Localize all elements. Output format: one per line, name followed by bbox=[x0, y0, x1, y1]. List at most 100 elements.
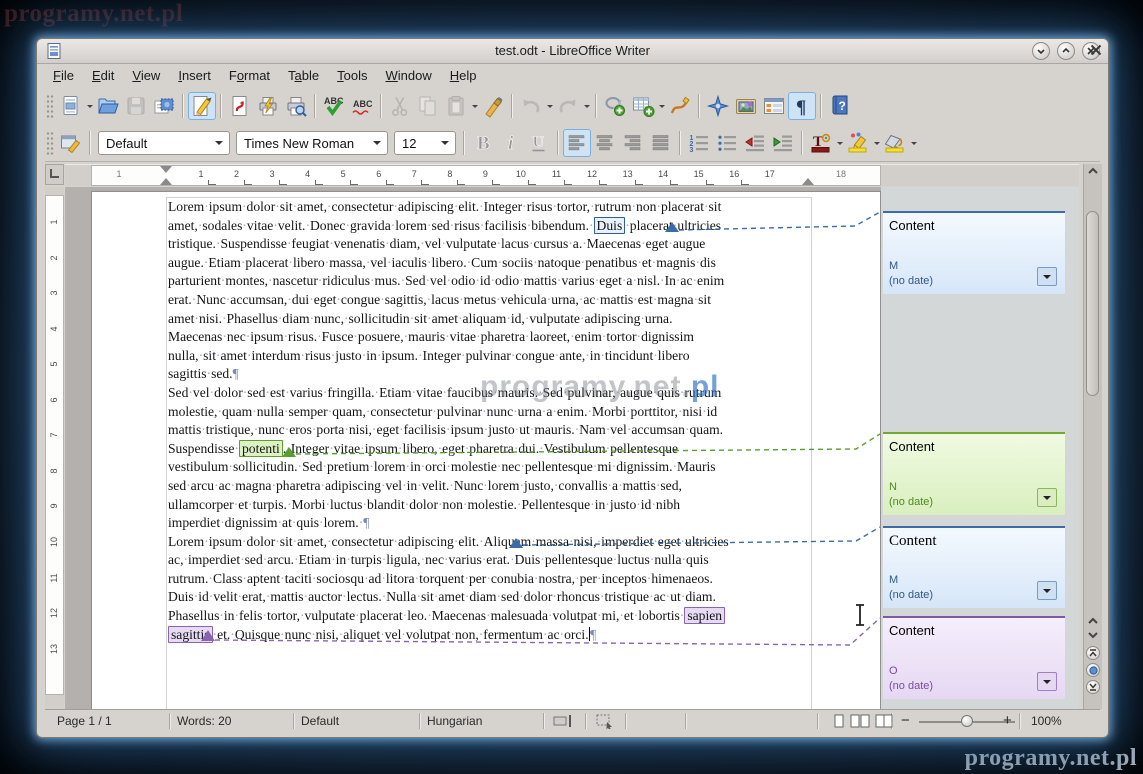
menu-window[interactable]: Window bbox=[378, 65, 440, 86]
comment-menu-button[interactable] bbox=[1037, 581, 1057, 600]
scroll-down-icon[interactable] bbox=[1086, 630, 1100, 642]
text-line[interactable]: Suspendisse· potenti .·Integer·vitae·ipsum… bbox=[168, 439, 729, 459]
auto-spellcheck-button[interactable]: ABC bbox=[348, 92, 376, 120]
next-page-button[interactable] bbox=[1086, 680, 1100, 694]
hyperlink-button[interactable] bbox=[601, 92, 629, 120]
menu-tools[interactable]: Tools bbox=[329, 65, 375, 86]
text-line[interactable]: mattis·tristique,·nunc·eros·porta·nisi,·… bbox=[168, 421, 729, 440]
text-line[interactable]: sed·arcu·ac·magna·pharetra·adipiscing·ve… bbox=[168, 477, 729, 496]
undo-dropdown-icon[interactable] bbox=[545, 92, 554, 120]
text-line[interactable]: erat.·Nunc·accumsan,·dui·eget·congue·sag… bbox=[168, 291, 729, 310]
comment-text[interactable]: Content bbox=[889, 533, 1059, 550]
text-line[interactable]: amet·nisi.·Phasellus·diam·nunc,·sollicit… bbox=[168, 310, 729, 329]
spelling-button[interactable]: ABC bbox=[320, 92, 348, 120]
comment-box[interactable]: Content M (no date) bbox=[883, 211, 1065, 294]
menu-insert[interactable]: Insert bbox=[170, 65, 219, 86]
page-preview-button[interactable] bbox=[282, 92, 310, 120]
text-line[interactable]: ullamcorper·et·turpis.·Morbi·luctus·blan… bbox=[168, 496, 729, 515]
status-page[interactable]: Page 1 / 1 bbox=[57, 714, 112, 728]
size-combobox[interactable]: 12 bbox=[394, 131, 456, 155]
menu-view[interactable]: View bbox=[124, 65, 168, 86]
comment-box[interactable]: Content M (no date) bbox=[883, 526, 1065, 608]
text-line[interactable]: parturient·montes,·nascetur·ridiculus·mu… bbox=[168, 272, 729, 291]
menu-file[interactable]: File bbox=[45, 65, 82, 86]
styles-formatting-button[interactable] bbox=[57, 129, 85, 157]
comment-text[interactable]: Content bbox=[889, 439, 1059, 454]
text-line[interactable]: rutrum.·Class·aptent·taciti·sociosqu·ad·… bbox=[168, 570, 729, 589]
maximize-button[interactable] bbox=[1057, 42, 1075, 60]
titlebar[interactable]: test.odt - LibreOffice Writer bbox=[37, 39, 1108, 64]
text-line[interactable]: Maecenas·nec·ipsum·risus.·Fusce·posuere,… bbox=[168, 328, 729, 347]
status-language[interactable]: Hungarian bbox=[427, 714, 482, 728]
export-pdf-button[interactable] bbox=[226, 92, 254, 120]
text-line[interactable]: Duis·id·velit·erat,·mattis·auctor·lectus… bbox=[168, 588, 729, 607]
comment-text[interactable]: Content bbox=[889, 218, 1059, 233]
text-line[interactable]: molestie,·quam·nulla·semper·quam,·consec… bbox=[168, 403, 729, 422]
minimize-button[interactable] bbox=[1032, 42, 1050, 60]
insert-table-button[interactable] bbox=[629, 92, 657, 120]
comment-box[interactable]: Content O (no date) bbox=[883, 616, 1065, 699]
previous-page-button[interactable] bbox=[1086, 646, 1100, 660]
align-right-button[interactable] bbox=[619, 129, 647, 157]
align-left-button[interactable] bbox=[563, 129, 591, 157]
data-sources-button[interactable] bbox=[760, 92, 788, 120]
text-line[interactable]: Phasellus·in·felis·tortor,·vulputate·pla… bbox=[168, 607, 729, 626]
menu-table[interactable]: Table bbox=[280, 65, 327, 86]
new-document-button[interactable] bbox=[57, 92, 85, 120]
comment-menu-button[interactable] bbox=[1037, 672, 1057, 691]
bullet-list-button[interactable] bbox=[713, 129, 741, 157]
redo-dropdown-icon[interactable] bbox=[582, 92, 591, 120]
text-line[interactable]: Lorem·ipsum·dolor·sit·amet,·consectetur·… bbox=[168, 198, 729, 217]
new-document-dropdown-icon[interactable] bbox=[85, 92, 94, 120]
decrease-indent-button[interactable] bbox=[741, 129, 769, 157]
view-single-page-icon[interactable] bbox=[831, 713, 847, 732]
edit-file-button[interactable] bbox=[188, 92, 216, 120]
font-color-dropdown-icon[interactable] bbox=[835, 129, 844, 157]
background-color-button[interactable] bbox=[881, 129, 909, 157]
highlighting-dropdown-icon[interactable] bbox=[872, 129, 881, 157]
menu-help[interactable]: Help bbox=[442, 65, 485, 86]
text-line[interactable]: augue.·Etiam·placerat·libero·massa,·vel·… bbox=[168, 254, 729, 273]
font-color-button[interactable]: T bbox=[807, 129, 835, 157]
align-center-button[interactable] bbox=[591, 129, 619, 157]
ruler-corner[interactable] bbox=[45, 164, 64, 185]
comment-text[interactable]: Content bbox=[889, 623, 1059, 638]
paste-dropdown-icon[interactable] bbox=[470, 92, 479, 120]
text-line[interactable]: amet,·sodales·vitae·velit.·Donec·gravida… bbox=[168, 216, 729, 236]
zoom-in-button[interactable]: + bbox=[1003, 712, 1012, 729]
text-line[interactable]: nulla,·sit·amet·interdum·risus·justo·in·… bbox=[168, 347, 729, 366]
comment-menu-button[interactable] bbox=[1037, 267, 1057, 286]
email-document-button[interactable] bbox=[150, 92, 178, 120]
text-line[interactable]: imperdiet·dignissim·at·quis·lorem.·¶ bbox=[168, 514, 729, 533]
insert-table-dropdown-icon[interactable] bbox=[657, 92, 666, 120]
text-line[interactable]: tristique.·Suspendisse·feugiat·venenatis… bbox=[168, 235, 729, 254]
menu-edit[interactable]: Edit bbox=[84, 65, 122, 86]
bold-button[interactable]: B bbox=[469, 129, 497, 157]
print-file-button[interactable] bbox=[254, 92, 282, 120]
scroll-up-icon[interactable] bbox=[1086, 166, 1100, 178]
style-combobox[interactable]: Default bbox=[98, 131, 230, 155]
scrollbar-thumb[interactable] bbox=[1086, 211, 1099, 396]
document-page[interactable]: Lorem·ipsum·dolor·sit·amet,·consectetur·… bbox=[91, 191, 881, 709]
comment-box[interactable]: Content N (no date) bbox=[883, 432, 1065, 515]
clone-formatting-button[interactable] bbox=[479, 92, 507, 120]
comment-menu-button[interactable] bbox=[1037, 488, 1057, 507]
draw-functions-button[interactable] bbox=[666, 92, 694, 120]
menu-format[interactable]: Format bbox=[221, 65, 278, 86]
underline-button[interactable]: U bbox=[525, 129, 553, 157]
find-replace-button[interactable] bbox=[704, 92, 732, 120]
text-line[interactable]: Lorem·ipsum·dolor·sit·amet,·consectetur·… bbox=[168, 533, 729, 552]
vertical-scrollbar[interactable] bbox=[1083, 164, 1102, 709]
text-line[interactable]: ac,·imperdiet·sed·arcu.·Etiam·in·turpis·… bbox=[168, 551, 729, 570]
background-color-dropdown-icon[interactable] bbox=[909, 129, 918, 157]
numbered-list-button[interactable]: 123 bbox=[685, 129, 713, 157]
justify-button[interactable] bbox=[647, 129, 675, 157]
highlighting-button[interactable] bbox=[844, 129, 872, 157]
help-button[interactable]: ? bbox=[826, 92, 854, 120]
status-style[interactable]: Default bbox=[301, 714, 339, 728]
close-document-icon[interactable] bbox=[1088, 42, 1104, 58]
font-combobox[interactable]: Times New Roman bbox=[236, 131, 388, 155]
scroll-up2-icon[interactable] bbox=[1086, 616, 1100, 628]
gallery-button[interactable] bbox=[732, 92, 760, 120]
increase-indent-button[interactable] bbox=[769, 129, 797, 157]
